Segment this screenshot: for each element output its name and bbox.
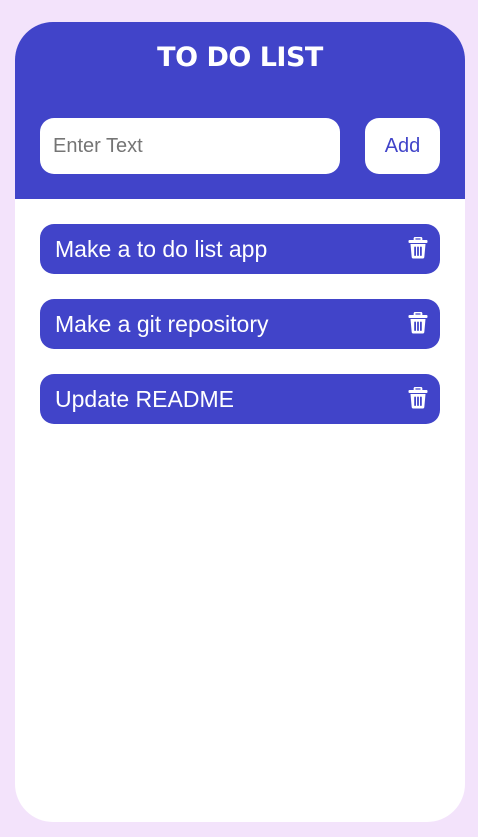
todo-app-card: TO DO LIST Add Make a to do list app Mak… xyxy=(15,22,465,822)
task-text: Update README xyxy=(55,386,234,412)
trash-icon xyxy=(408,387,428,409)
add-button[interactable]: Add xyxy=(365,118,440,174)
trash-icon xyxy=(408,312,428,334)
task-input[interactable] xyxy=(40,118,340,174)
delete-task-button[interactable] xyxy=(408,311,430,335)
delete-task-button[interactable] xyxy=(408,236,430,260)
task-item[interactable]: Make a git repository xyxy=(40,299,440,349)
task-text: Make a to do list app xyxy=(55,236,268,262)
task-text: Make a git repository xyxy=(55,311,269,337)
task-list: Make a to do list app Make a git reposit… xyxy=(40,224,440,449)
app-title: TO DO LIST xyxy=(157,42,323,73)
task-item[interactable]: Make a to do list app xyxy=(40,224,440,274)
trash-icon xyxy=(408,237,428,259)
task-item[interactable]: Update README xyxy=(40,374,440,424)
app-header: TO DO LIST Add xyxy=(15,22,465,199)
delete-task-button[interactable] xyxy=(408,386,430,410)
